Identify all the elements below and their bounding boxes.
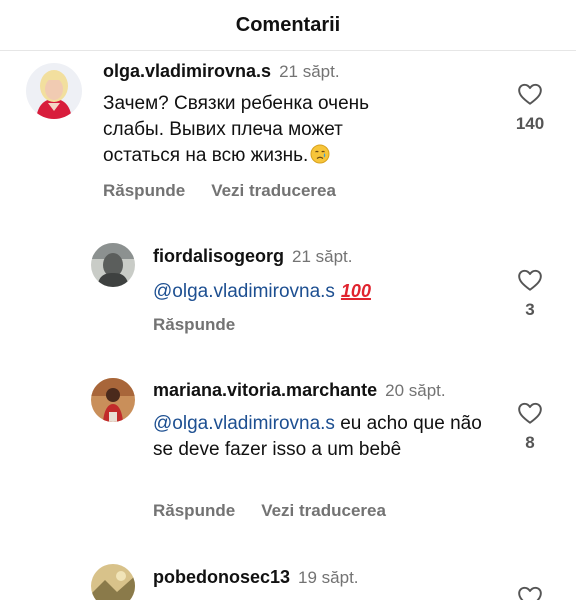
comment-actions: Răspunde Vezi traducerea: [153, 501, 386, 521]
comment-username[interactable]: fiordalisogeorg: [153, 246, 284, 266]
reply-button[interactable]: Răspunde: [153, 501, 235, 520]
comments-screen: Comentarii olga.vladimirovna.s 21 săpt. З…: [0, 0, 576, 600]
see-translation-button[interactable]: Vezi traducerea: [261, 501, 386, 520]
like-group: [507, 585, 553, 600]
like-group: 140: [507, 82, 553, 134]
comment-actions: Răspunde: [153, 315, 235, 335]
heart-icon[interactable]: [517, 82, 543, 106]
avatar[interactable]: [26, 63, 82, 119]
comment-actions: Răspunde Vezi traducerea: [103, 181, 336, 201]
mention-link[interactable]: @olga.vladimirovna.s: [153, 281, 335, 302]
comment-time: 21 săpt.: [279, 62, 340, 81]
comment-time: 19 săpt.: [298, 568, 359, 587]
crying-face-icon: [310, 144, 330, 164]
comment-time: 20 săpt.: [385, 381, 446, 400]
comment-username[interactable]: pobedonosec13: [153, 567, 290, 587]
avatar[interactable]: [91, 243, 135, 287]
mention-link[interactable]: @olga.vladimirovna.s: [153, 413, 335, 434]
comment-text-block: @olga.vladimirovna.s 100: [153, 278, 483, 305]
comment-username[interactable]: mariana.vitoria.marchante: [153, 380, 377, 400]
heart-icon[interactable]: [517, 401, 543, 425]
like-group: 3: [507, 268, 553, 320]
comment-meta: olga.vladimirovna.s 21 săpt.: [103, 60, 340, 83]
comment-text-block: @olga.vladimirovna.s eu acho que não se …: [153, 411, 488, 463]
like-count: 3: [525, 300, 535, 319]
comments-header: Comentarii: [0, 0, 576, 51]
heart-icon[interactable]: [517, 268, 543, 292]
hundred-points-icon: 100: [340, 281, 371, 301]
like-count: 8: [525, 433, 535, 452]
like-count: 140: [515, 114, 545, 133]
comment-username[interactable]: olga.vladimirovna.s: [103, 61, 271, 81]
comment-time: 21 săpt.: [292, 247, 353, 266]
avatar[interactable]: [91, 378, 135, 422]
page-title: Comentarii: [235, 13, 341, 36]
comment-meta: pobedonosec13 19 săpt.: [153, 566, 359, 589]
comment-meta: mariana.vitoria.marchante 20 săpt.: [153, 379, 446, 402]
see-translation-button[interactable]: Vezi traducerea: [211, 181, 336, 200]
comment-text-block: Зачем? Связки ребенка очень слабы. Вывих…: [103, 91, 423, 169]
reply-button[interactable]: Răspunde: [103, 181, 185, 200]
comment-meta: fiordalisogeorg 21 săpt.: [153, 245, 353, 268]
reply-button[interactable]: Răspunde: [153, 315, 235, 334]
avatar[interactable]: [91, 564, 135, 600]
like-group: 8: [507, 401, 553, 453]
heart-icon[interactable]: [517, 585, 543, 600]
